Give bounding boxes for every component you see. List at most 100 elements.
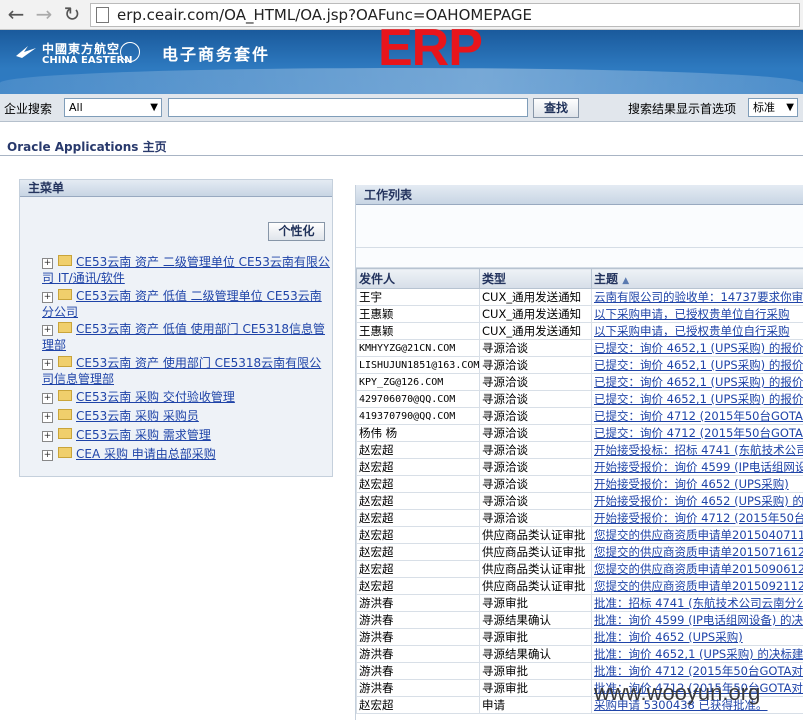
subject-link[interactable]: 以下采购申请，已授权贵单位自行采购 [591,322,803,340]
subject-link[interactable]: 您提交的供应商资质申请单201509211255 [591,577,803,595]
subject-link[interactable]: 开始接受报价：询价 4652 (UPS采购) 的 [591,492,803,510]
menu-item-label[interactable]: CE53云南 资产 低值 使用部门 CE5318信息管理部 [42,322,325,352]
column-header-type[interactable]: 类型 [479,268,592,289]
subject-link[interactable]: 批准：询价 4652 (UPS采购) [591,628,803,646]
sender-cell: 游洪春 [356,628,480,646]
type-cell: 寻源洽谈 [479,509,592,527]
type-cell: 寻源洽谈 [479,424,592,442]
erp-overlay-mark: ERP [378,19,483,77]
subject-link[interactable]: 批准：询价 4712 (2015年50台GOTA对讲机 [591,662,803,680]
subject-link[interactable]: 已提交：询价 4712 (2015年50台GOTA对讲 [591,424,803,442]
search-scope-select[interactable]: All ▼ [64,98,162,117]
menu-item[interactable]: + CE53云南 资产 低值 二级管理单位 CE53云南分公司 [42,288,332,320]
menu-item-label[interactable]: CEA 采购 申请由总部采购 [76,447,216,461]
expand-icon[interactable]: + [42,450,53,461]
subject-link[interactable]: 开始接受报价：询价 4599 (IP电话组网设 [591,458,803,476]
subject-link[interactable]: 您提交的供应商资质申请单201509061250 [591,560,803,578]
expand-icon[interactable]: + [42,359,53,370]
subject-link[interactable]: 已提交：询价 4652,1 (UPS采购) 的报价 [591,339,803,357]
expand-icon[interactable]: + [42,258,53,269]
subject-link[interactable]: 您提交的供应商资质申请单201504071195 [591,526,803,544]
subject-link[interactable]: 批准：询价 4599 (IP电话组网设备) 的决 [591,611,803,629]
subject-link[interactable]: 以下采购申请，已授权贵单位自行采购 [591,305,803,323]
table-row: 419370790@QQ.COM 寻源洽谈 已提交：询价 4712 (2015年50… [356,407,803,425]
subject-link[interactable]: 云南有限公司的验收单：14737要求你审批 [591,288,803,306]
folder-icon [58,289,72,300]
sort-ascending-icon: ▲ [622,276,630,286]
type-cell: 寻源洽谈 [479,475,592,493]
worklist-table: 发件人 类型 主题 ▲ 王宇 CUX_通用发送通知 云南有限公司的验收单：14737… [356,268,803,714]
expand-icon[interactable]: + [42,412,53,423]
sender-cell: 赵宏超 [356,560,480,578]
search-input[interactable] [168,98,528,117]
menu-item[interactable]: + CE53云南 资产 二级管理单位 CE53云南有限公司 IT/通讯/软件 [42,254,332,286]
column-header-subject-label: 主题 [594,272,619,286]
sender-cell: 赵宏超 [356,526,480,544]
reload-icon[interactable]: ↻ [60,3,84,27]
menu-item-label[interactable]: CE53云南 资产 低值 二级管理单位 CE53云南分公司 [42,289,322,319]
subject-link[interactable]: 已提交：询价 4652,1 (UPS采购) 的报价 [591,373,803,391]
sender-cell: 赵宏超 [356,696,480,714]
logo-english-text: CHINA EASTERN [42,55,133,66]
subject-link[interactable]: 开始接受报价：询价 4712 (2015年50台GOTA [591,509,803,527]
sender-cell: 赵宏超 [356,543,480,561]
table-row: KPY_ZG@126.COM 寻源洽谈 已提交：询价 4652,1 (UPS采购) … [356,373,803,391]
expand-icon[interactable]: + [42,325,53,336]
folder-icon [58,356,72,367]
folder-icon [58,428,72,439]
subject-link[interactable]: 批准：询价 4652,1 (UPS采购) 的决标建 [591,645,803,663]
table-row: 游洪春 寻源审批 批准：询价 4712 (2015年50台GOTA对讲机 [356,662,803,680]
menu-item[interactable]: + CE53云南 采购 采购员 [42,408,332,424]
sender-cell: 429706070@QQ.COM [356,390,480,408]
chevron-down-icon: ▼ [786,102,794,113]
subject-link[interactable]: 开始接受报价：询价 4652 (UPS采购) [591,475,803,493]
table-row: 游洪春 寻源审批 批准：招标 4741 (东航技术公司云南分公 [356,594,803,612]
sender-cell: 游洪春 [356,594,480,612]
search-button[interactable]: 查找 [533,98,579,118]
sender-cell: 王惠颖 [356,322,480,340]
table-row: LISHUJUN1851@163.COM 寻源洽谈 已提交：询价 4652,1 (U… [356,356,803,374]
search-pref-select[interactable]: 标准 ▼ [748,98,798,117]
subject-link[interactable]: 已提交：询价 4712 (2015年50台GOTA对讲 [591,407,803,425]
folder-icon [58,447,72,458]
type-cell: 寻源结果确认 [479,611,592,629]
menu-item-label[interactable]: CE53云南 资产 二级管理单位 CE53云南有限公司 IT/通讯/软件 [42,255,330,285]
menu-item[interactable]: + CEA 采购 申请由总部采购 [42,446,332,462]
table-row: 王宇 CUX_通用发送通知 云南有限公司的验收单：14737要求你审批 [356,288,803,306]
forward-icon[interactable]: → [32,3,56,27]
subject-link[interactable]: 开始接受投标：招标 4741 (东航技术公司 [591,441,803,459]
personalize-button[interactable]: 个性化 [268,222,325,241]
expand-icon[interactable]: + [42,431,53,442]
search-label: 企业搜索 [4,102,53,116]
table-row: 赵宏超 供应商品类认证审批 您提交的供应商资质申请单201504071195 [356,526,803,544]
sender-cell: 游洪春 [356,611,480,629]
column-header-subject[interactable]: 主题 ▲ [591,268,803,289]
menu-item[interactable]: + CE53云南 采购 交付验收管理 [42,389,332,405]
worklist-title: 工作列表 [356,185,803,205]
menu-item-label[interactable]: CE53云南 资产 使用部门 CE5318云南有限公司信息管理部 [42,356,321,386]
menu-item-label[interactable]: CE53云南 采购 采购员 [76,409,199,423]
type-cell: 寻源审批 [479,594,592,612]
logo-seal-icon [120,42,140,62]
type-cell: 供应商品类认证审批 [479,526,592,544]
column-header-sender[interactable]: 发件人 [356,268,480,289]
back-icon[interactable]: ← [4,3,28,27]
type-cell: 寻源洽谈 [479,458,592,476]
subject-link[interactable]: 已提交：询价 4652,1 (UPS采购) 的报价 [591,390,803,408]
suite-title: 电子商务套件 [162,45,271,64]
menu-item[interactable]: + CE53云南 采购 需求管理 [42,427,332,443]
menu-item-label[interactable]: CE53云南 采购 需求管理 [76,428,211,442]
subject-link[interactable]: 您提交的供应商资质申请单201507161237 [591,543,803,561]
expand-icon[interactable]: + [42,292,53,303]
table-row: 赵宏超 供应商品类认证审批 您提交的供应商资质申请单201509211255 [356,577,803,595]
subject-link[interactable]: 已提交：询价 4652,1 (UPS采购) 的报价 [591,356,803,374]
menu-item-label[interactable]: CE53云南 采购 交付验收管理 [76,390,235,404]
menu-item[interactable]: + CE53云南 资产 低值 使用部门 CE5318信息管理部 [42,321,332,353]
sender-cell: LISHUJUN1851@163.COM [356,356,480,374]
sender-cell: 游洪春 [356,645,480,663]
table-row: 王惠颖 CUX_通用发送通知 以下采购申请，已授权贵单位自行采购 [356,322,803,340]
page-title: Oracle Applications 主页 [7,140,167,154]
menu-item[interactable]: + CE53云南 资产 使用部门 CE5318云南有限公司信息管理部 [42,355,332,387]
subject-link[interactable]: 批准：招标 4741 (东航技术公司云南分公 [591,594,803,612]
expand-icon[interactable]: + [42,393,53,404]
